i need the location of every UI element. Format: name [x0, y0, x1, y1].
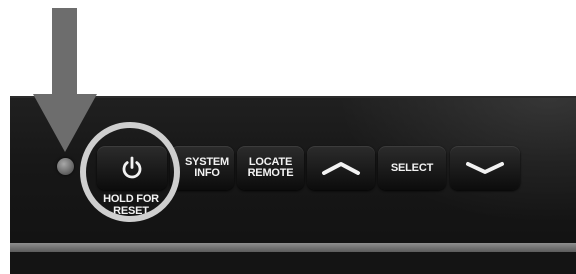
down-button[interactable]: [450, 146, 520, 190]
hold-for-reset-line2: RESET: [113, 205, 149, 217]
power-button[interactable]: [97, 146, 167, 190]
locate-remote-label: LOCATE REMOTE: [248, 157, 294, 179]
select-label: SELECT: [390, 161, 434, 174]
system-info-label-line2: INFO: [194, 167, 220, 179]
select-button[interactable]: SELECT: [378, 146, 446, 190]
hold-for-reset-line1: HOLD FOR: [103, 193, 159, 205]
system-info-button[interactable]: SYSTEM INFO: [170, 146, 234, 190]
chevron-up-icon: [322, 162, 360, 175]
device-front-panel-screenshot: SYSTEM INFO LOCATE REMOTE SELECT HOLD FO…: [0, 0, 576, 274]
locate-remote-label-line2: REMOTE: [247, 167, 294, 179]
up-button[interactable]: [307, 146, 375, 190]
power-icon: [122, 156, 142, 179]
chevron-down-icon: [466, 162, 504, 174]
down-arrow-pointer-icon: [33, 8, 97, 152]
hold-for-reset-label: HOLD FOR RESET: [96, 193, 166, 217]
system-info-label: SYSTEM INFO: [185, 157, 229, 179]
locate-remote-button[interactable]: LOCATE REMOTE: [237, 146, 304, 190]
status-led: [57, 158, 74, 175]
